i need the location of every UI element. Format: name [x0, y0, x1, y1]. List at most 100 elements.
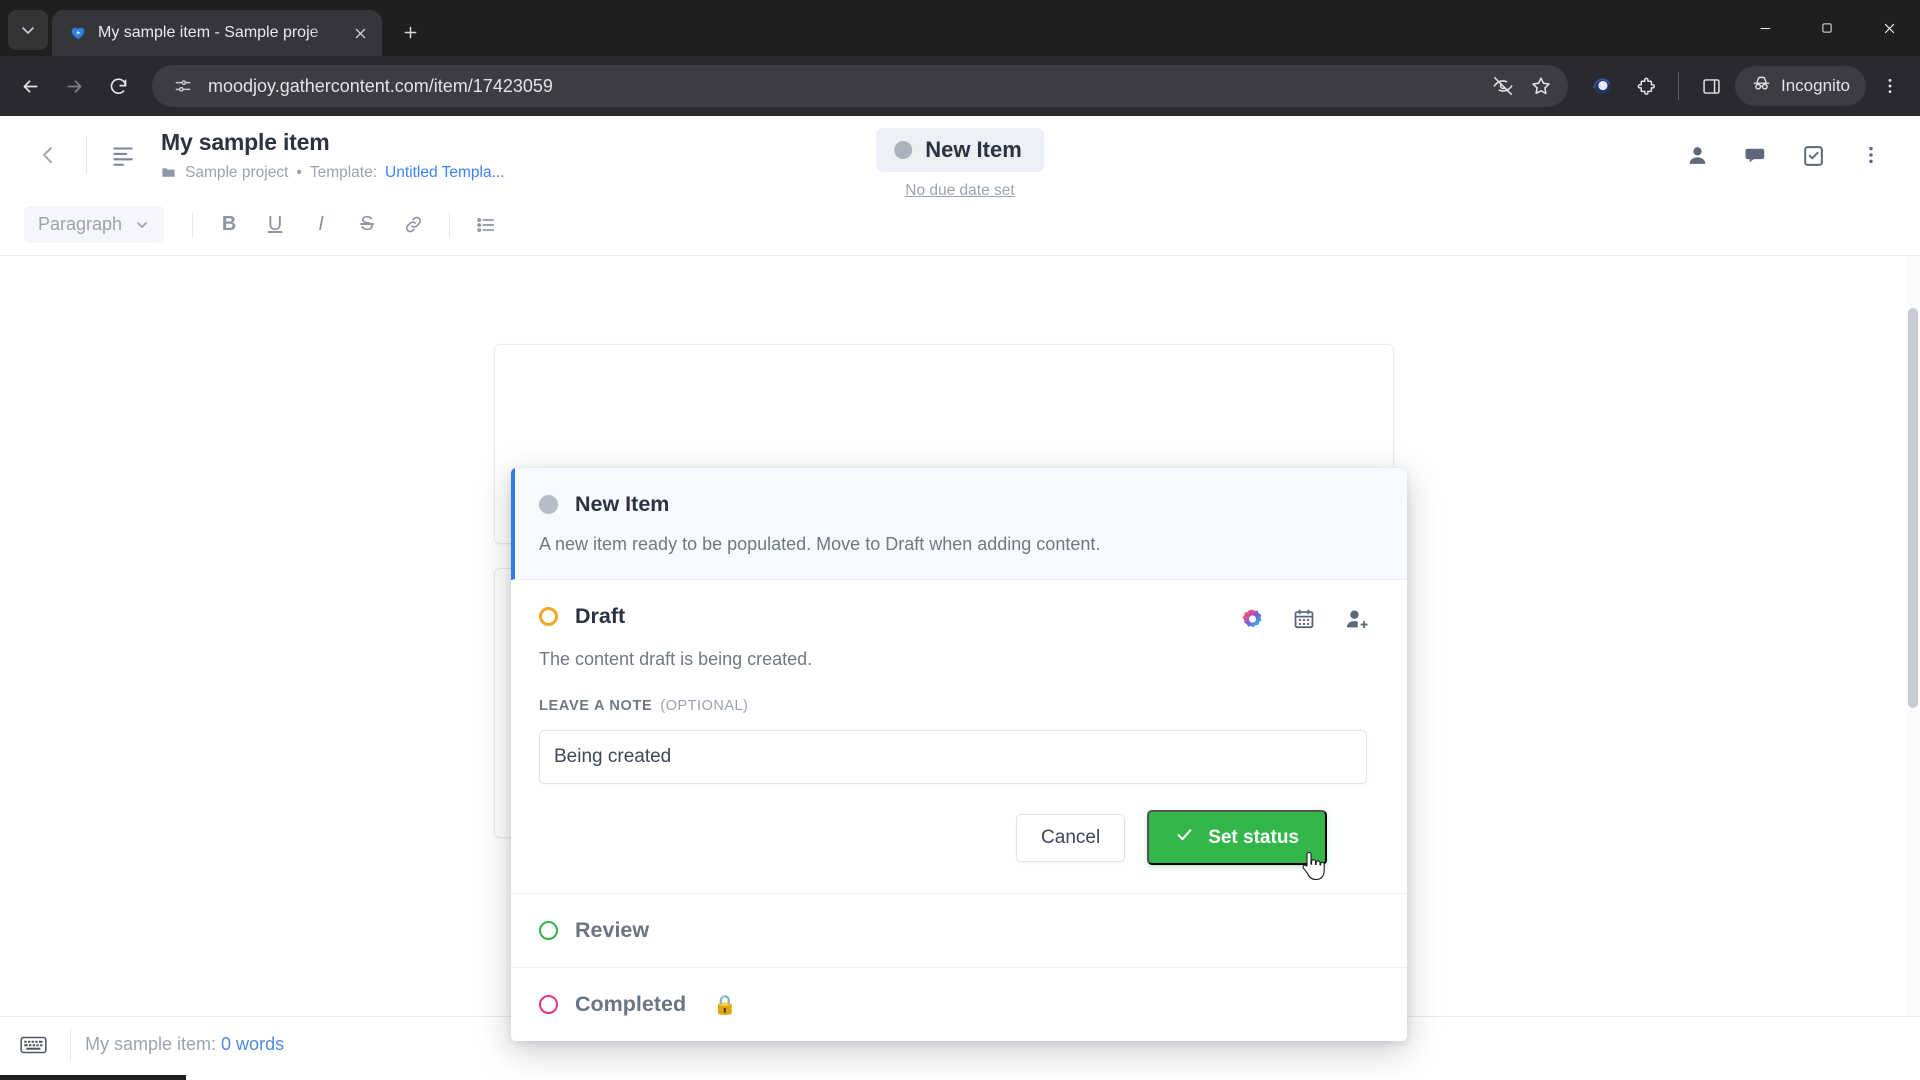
address-bar[interactable]: moodjoy.gathercontent.com/item/17423059: [152, 65, 1568, 107]
incognito-icon: [1751, 73, 1772, 99]
site-settings-icon[interactable]: [170, 73, 196, 99]
url-text: moodjoy.gathercontent.com/item/17423059: [208, 75, 553, 96]
browser-tab[interactable]: My sample item - Sample proje: [52, 10, 382, 56]
breadcrumb-separator: •: [296, 163, 302, 181]
status-name: Draft: [575, 604, 626, 628]
maximize-icon[interactable]: [1796, 0, 1858, 56]
hide-password-icon[interactable]: [1490, 73, 1516, 99]
strikethrough-button[interactable]: S: [347, 205, 387, 245]
status-option-review[interactable]: Review: [511, 894, 1407, 968]
note-actions: Cancel Set status: [539, 784, 1367, 869]
lock-icon: 🔒: [713, 994, 737, 1016]
workflow-color-icon[interactable]: [1239, 606, 1265, 632]
paragraph-style-select[interactable]: Paragraph: [24, 206, 165, 243]
reload-icon[interactable]: [98, 66, 138, 106]
word-count-value: 0 words: [221, 1034, 285, 1054]
toolbar-divider: [449, 211, 451, 238]
incognito-profile-button[interactable]: Incognito: [1735, 66, 1866, 106]
status-area: New Item No due date set: [876, 128, 1044, 200]
item-content: Label 3 Label this guidelines field Hide…: [0, 256, 1920, 1041]
note-input[interactable]: Being created: [539, 730, 1367, 784]
statusbar-divider: [70, 1027, 71, 1062]
statusbar-item-name: My sample item:: [85, 1034, 217, 1054]
project-name[interactable]: Sample project: [185, 164, 288, 182]
paragraph-style-label: Paragraph: [38, 214, 123, 234]
status-name: Completed: [575, 992, 687, 1016]
template-label: Template:: [309, 163, 378, 181]
breadcrumb: Sample project • Template: Untitled Temp…: [161, 164, 505, 182]
status-option-completed[interactable]: Completed 🔒: [511, 968, 1407, 1041]
status-dropdown-menu: New Item A new item ready to be populate…: [511, 468, 1407, 1041]
note-label-text: LEAVE A NOTE: [539, 698, 653, 714]
status-description: A new item ready to be populated. Move t…: [539, 534, 1101, 554]
comment-icon[interactable]: [1740, 140, 1770, 170]
leave-note-block: LEAVE A NOTE (OPTIONAL) Being created Can…: [511, 670, 1407, 869]
check-icon: [1175, 825, 1194, 850]
new-tab-button[interactable]: [392, 14, 428, 50]
bullet-list-button[interactable]: [466, 205, 506, 245]
tab-title: My sample item - Sample proje: [98, 24, 319, 41]
browser-toolbar: moodjoy.gathercontent.com/item/17423059: [0, 56, 1920, 116]
editor-toolbar: Paragraph B U I S: [0, 194, 1920, 256]
split-view-icon[interactable]: [1691, 66, 1731, 106]
gathercontent-heart-icon: [68, 23, 88, 43]
status-dot-new-item-icon: [539, 495, 558, 514]
close-icon[interactable]: [348, 21, 372, 45]
status-name: New Item: [575, 492, 670, 516]
status-ring-review-icon: [539, 921, 558, 940]
forward-icon[interactable]: [54, 66, 94, 106]
tab-search-icon[interactable]: [8, 10, 48, 50]
chrome-menu-icon[interactable]: [1870, 66, 1910, 106]
note-label: LEAVE A NOTE (OPTIONAL): [539, 698, 1367, 714]
word-count-status: My sample item: 0 words: [85, 1034, 284, 1055]
note-input-value: Being created: [554, 746, 672, 767]
scrollbar-thumb[interactable]: [1908, 308, 1918, 708]
back-to-project-icon[interactable]: [26, 133, 70, 177]
page-scrollbar[interactable]: [1906, 256, 1920, 1016]
close-window-icon[interactable]: [1858, 0, 1920, 56]
link-icon[interactable]: [393, 205, 433, 245]
status-dot-icon: [894, 141, 913, 159]
assign-person-icon[interactable]: [1343, 606, 1369, 632]
item-list-icon[interactable]: [103, 135, 143, 175]
extension-puzzle-icon[interactable]: [1582, 66, 1622, 106]
calendar-icon[interactable]: [1291, 606, 1317, 632]
template-link[interactable]: Untitled Templa...: [385, 164, 504, 182]
status-dropdown-trigger[interactable]: New Item: [876, 128, 1044, 172]
chevron-down-icon: [137, 221, 147, 228]
header-actions: [1682, 140, 1894, 170]
page-title: My sample item: [161, 128, 330, 155]
draft-row-actions: [1239, 606, 1369, 632]
more-vertical-icon[interactable]: [1856, 140, 1886, 170]
toolbar-divider: [192, 211, 194, 238]
window-controls: [1734, 0, 1920, 56]
status-ring-draft-icon: [539, 607, 558, 626]
cancel-button[interactable]: Cancel: [1016, 813, 1126, 862]
bookmark-star-icon[interactable]: [1528, 73, 1554, 99]
taskbar-edge: [0, 1075, 186, 1080]
set-status-button[interactable]: Set status: [1147, 810, 1327, 865]
note-optional-text: (OPTIONAL): [660, 698, 749, 714]
header-divider: [86, 136, 87, 174]
due-date-link[interactable]: No due date set: [876, 182, 1044, 200]
profile-label: Incognito: [1781, 76, 1850, 95]
tasks-icon[interactable]: [1798, 140, 1828, 170]
status-option-new-item[interactable]: New Item A new item ready to be populate…: [511, 468, 1407, 580]
back-icon[interactable]: [10, 66, 50, 106]
keyboard-icon[interactable]: [10, 1025, 56, 1065]
extensions-icon[interactable]: [1626, 66, 1666, 106]
underline-button[interactable]: U: [255, 205, 295, 245]
bold-button[interactable]: B: [209, 205, 249, 245]
person-icon[interactable]: [1682, 140, 1712, 170]
toolbar-divider: [1678, 72, 1679, 100]
set-status-label: Set status: [1208, 826, 1299, 848]
tab-strip: My sample item - Sample proje: [0, 0, 1920, 56]
status-option-draft[interactable]: Draft The content draft is being created…: [511, 580, 1407, 894]
current-status-label: New Item: [925, 137, 1022, 162]
italic-button[interactable]: I: [301, 205, 341, 245]
browser-window: My sample item - Sample proje moodjoy.ga…: [0, 0, 1920, 1080]
status-description: The content draft is being created.: [539, 649, 813, 669]
status-name: Review: [575, 918, 650, 942]
minimize-icon[interactable]: [1734, 0, 1796, 56]
status-ring-completed-icon: [539, 995, 558, 1014]
